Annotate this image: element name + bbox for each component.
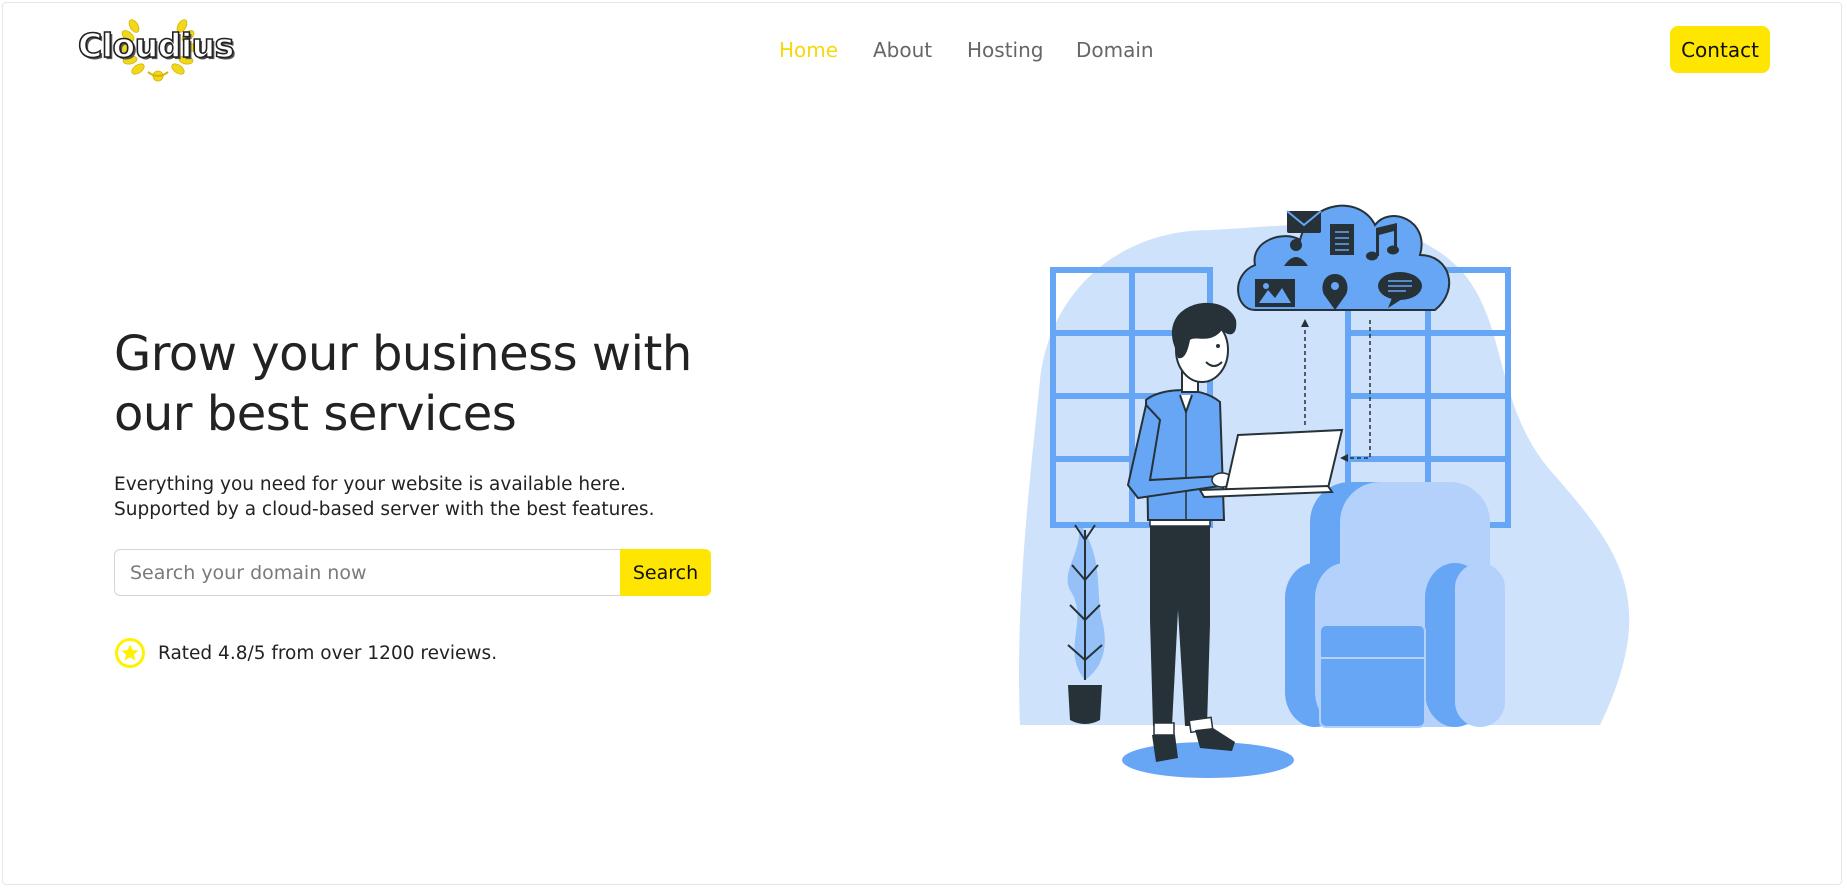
nav-link-hosting[interactable]: Hosting: [967, 38, 1043, 62]
nav-link-home[interactable]: Home: [779, 38, 838, 62]
contact-button[interactable]: Contact: [1670, 26, 1770, 73]
hero-subtitle: Everything you need for your website is …: [114, 472, 654, 522]
hero-illustration: [1019, 204, 1630, 778]
rating: Rated 4.8/5 from over 1200 reviews.: [114, 637, 497, 669]
hero-title: Grow your business with our best service…: [114, 326, 692, 442]
rating-text: Rated 4.8/5 from over 1200 reviews.: [158, 642, 498, 664]
hero-subtitle-line-1: Everything you need for your website is …: [114, 474, 626, 495]
star-icon: [115, 638, 145, 668]
domain-search-input[interactable]: [114, 549, 620, 596]
armchair: [1285, 482, 1505, 728]
domain-search: Search: [114, 549, 711, 596]
nav-link-domain[interactable]: Domain: [1076, 38, 1154, 62]
nav-link-about[interactable]: About: [873, 38, 932, 62]
main-nav: Home About Hosting Domain: [0, 38, 1847, 66]
document-icon: [1330, 224, 1354, 255]
hero-subtitle-line-2: Supported by a cloud-based server with t…: [114, 499, 655, 520]
cloud: [1237, 204, 1451, 311]
search-button[interactable]: Search: [620, 549, 711, 596]
image-icon: [1255, 279, 1295, 307]
